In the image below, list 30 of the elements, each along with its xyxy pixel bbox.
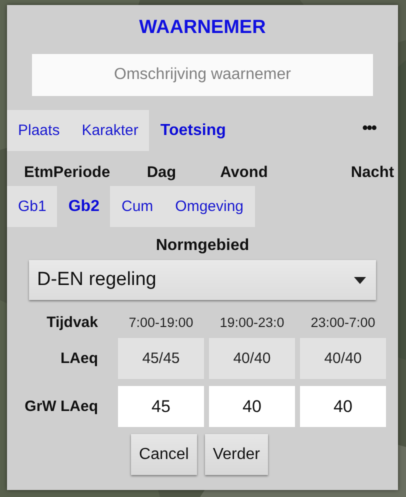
time-range: 19:00-23:0 — [218, 315, 286, 330]
row-label: LAeq — [60, 350, 98, 367]
tab[interactable]: Omgeving — [164, 186, 255, 227]
column-header: Dag — [146, 164, 178, 182]
tab[interactable]: Plaats — [7, 110, 71, 151]
description-field[interactable]: Omschrijving waarnemer — [32, 54, 373, 96]
tab[interactable]: Toetsing — [149, 110, 237, 151]
field-label: Normgebied — [154, 237, 250, 255]
more-button[interactable]: ••• — [362, 120, 376, 138]
value-cell: 40/40 — [300, 338, 386, 379]
dialog-title: WAARNEMER — [138, 17, 267, 40]
column-header: EtmPeriode — [24, 164, 112, 182]
value-cell: 45/45 — [118, 338, 204, 379]
row-label: Tijdvak — [46, 314, 98, 331]
tab[interactable]: Karakter — [70, 110, 150, 151]
dialog-button[interactable]: Cancel — [131, 434, 197, 475]
normgebied-dropdown[interactable]: D-EN regeling — [29, 260, 376, 300]
column-header: Avond — [219, 164, 269, 182]
limit-field[interactable]: 40 — [300, 386, 386, 427]
tab[interactable]: Gb2 — [57, 186, 110, 227]
time-range: 7:00-19:00 — [128, 315, 194, 330]
dialog-button[interactable]: Verder — [204, 434, 268, 475]
column-header: Nacht — [350, 164, 394, 182]
time-range: 23:00-7:00 — [310, 315, 376, 330]
row-label: GrW LAeq — [24, 398, 98, 415]
tab[interactable]: Cum — [110, 186, 164, 227]
limit-field[interactable]: 40 — [209, 386, 295, 427]
tab[interactable]: Gb1 — [7, 186, 58, 227]
limit-field[interactable]: 45 — [118, 386, 204, 427]
value-cell: 40/40 — [209, 338, 295, 379]
